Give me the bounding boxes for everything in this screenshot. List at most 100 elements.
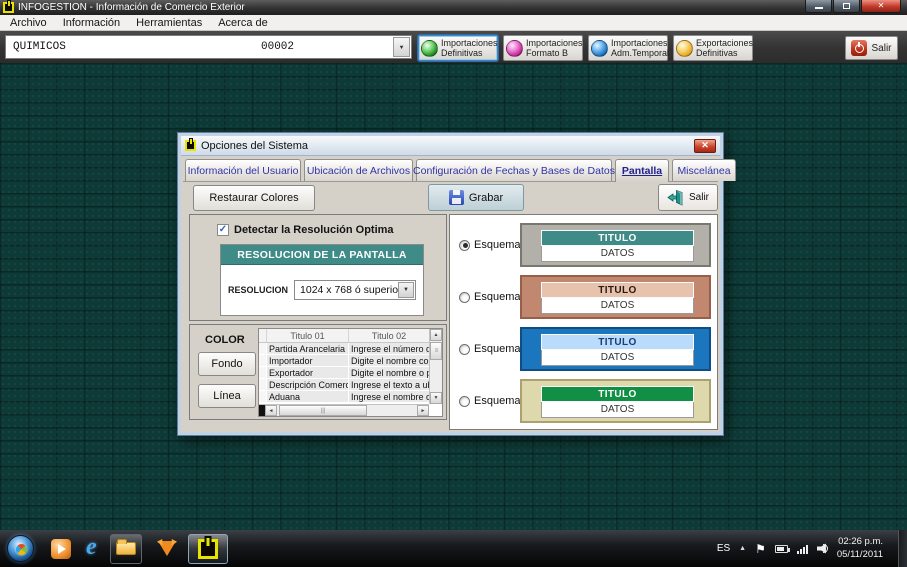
- table-row[interactable]: Exportador Digite el nombre o parte: [259, 367, 442, 379]
- fox-icon: [158, 541, 176, 556]
- sphere-orange-icon: [676, 40, 693, 57]
- scheme-3-preview: TITULO DATOS: [520, 327, 711, 371]
- salir-dialog-button[interactable]: Salir: [658, 184, 718, 211]
- exit-door-icon: [667, 189, 684, 206]
- resolution-value: 1024 x 768 ó superior: [300, 284, 402, 296]
- resolution-dropdown-button[interactable]: ▼: [398, 282, 414, 298]
- resolution-panel: RESOLUCION DE LA PANTALLA RESOLUCION 102…: [220, 244, 424, 316]
- action-center-flag-icon[interactable]: ⚑: [755, 543, 766, 555]
- radio-icon[interactable]: [459, 396, 470, 407]
- scroll-down-arrow-icon[interactable]: ▼: [430, 392, 442, 404]
- file-explorer-task-button[interactable]: [110, 534, 142, 564]
- sphere-magenta-icon: [506, 40, 523, 57]
- scheme-row-3: Esquema 3 TITULO DATOS: [450, 327, 717, 371]
- importaciones-adm-temporal-button[interactable]: ImportacionesAdm.Temporal: [588, 35, 668, 61]
- table-row[interactable]: Importador Digite el nombre complet: [259, 355, 442, 367]
- table-row[interactable]: Aduana Ingrese el nombre comp: [259, 391, 442, 403]
- menu-herramientas[interactable]: Herramientas: [130, 17, 212, 29]
- menu-acerca-de[interactable]: Acerca de: [212, 17, 278, 29]
- internet-explorer-icon: e: [86, 535, 97, 559]
- dialog-close-button[interactable]: ✕: [694, 139, 716, 153]
- detect-resolution-row: Detectar la Resolución Optima: [217, 224, 394, 236]
- language-indicator[interactable]: ES: [717, 543, 730, 554]
- app-logo-icon: [3, 2, 14, 13]
- table-row[interactable]: Partida Arancelaria Ingrese el número de…: [259, 343, 442, 355]
- show-desktop-button[interactable]: [898, 530, 907, 567]
- close-icon: ✕: [701, 141, 709, 150]
- resolution-field-label: RESOLUCION: [228, 285, 288, 295]
- salir-label: Salir: [689, 192, 709, 203]
- scheme-data-sample: DATOS: [541, 298, 694, 314]
- close-button[interactable]: ✕: [861, 0, 901, 13]
- dialog-title: Opciones del Sistema: [201, 140, 308, 152]
- importaciones-formato-b-button[interactable]: ImportacionesFormato B: [503, 35, 583, 61]
- combo-text-value: QUIMICOS: [13, 41, 66, 53]
- exit-label: Salir: [871, 43, 891, 54]
- resolution-group: Detectar la Resolución Optima RESOLUCION…: [189, 214, 447, 321]
- minimize-button[interactable]: [805, 0, 832, 13]
- table-row[interactable]: Descripción Comercial Ingrese el texto a…: [259, 379, 442, 391]
- scheme-row-1: Esquema 1 TITULO DATOS: [450, 223, 717, 267]
- tab-configuracion-fechas-bases[interactable]: Configuración de Fechas y Bases de Datos: [416, 159, 612, 181]
- app-window: INFOGESTION - Información de Comercio Ex…: [0, 0, 907, 567]
- dialog-tabs: Información del Usuario Ubicación de Arc…: [185, 159, 736, 182]
- button-label: ImportacionesDefinitivas: [441, 38, 498, 59]
- exportaciones-definitivas-button[interactable]: ExportacionesDefinitivas: [673, 35, 753, 61]
- scheme-title-sample: TITULO: [541, 334, 694, 350]
- scheme-row-4: Esquema 4 TITULO DATOS: [450, 379, 717, 423]
- clock-date: 05/11/2011: [837, 549, 883, 562]
- menu-informacion[interactable]: Información: [57, 17, 130, 29]
- internet-explorer-task-button[interactable]: e: [86, 534, 97, 564]
- scheme-2-preview: TITULO DATOS: [520, 275, 711, 319]
- company-combobox[interactable]: QUIMICOS 00002 ▼: [5, 35, 412, 59]
- vertical-scroll-thumb[interactable]: ≡: [430, 342, 442, 360]
- scheme-data-sample: DATOS: [541, 246, 694, 262]
- media-player-icon: [51, 539, 71, 559]
- clock-time: 02:26 p.m.: [837, 536, 883, 549]
- taskbar-clock[interactable]: 02:26 p.m. 05/11/2011: [837, 536, 883, 562]
- start-button[interactable]: [7, 535, 34, 562]
- scroll-left-arrow-icon[interactable]: ◄: [265, 405, 277, 416]
- detect-resolution-checkbox[interactable]: [217, 224, 229, 236]
- scroll-up-arrow-icon[interactable]: ▲: [430, 329, 442, 341]
- media-player-task-button[interactable]: [51, 534, 71, 564]
- radio-icon[interactable]: [459, 292, 470, 303]
- button-label: ImportacionesAdm.Temporal: [611, 38, 669, 59]
- horizontal-scroll-thumb[interactable]: |||: [279, 405, 367, 416]
- scroll-right-arrow-icon[interactable]: ►: [417, 405, 429, 416]
- tab-ubicacion-de-archivos[interactable]: Ubicación de Archivos: [304, 159, 413, 181]
- linea-button[interactable]: Línea: [198, 384, 256, 408]
- infogestion-icon: [198, 539, 218, 559]
- vertical-scrollbar[interactable]: ▲ ≡ ▼: [429, 329, 442, 404]
- color-group: COLOR Fondo Línea Titulo 01 Titulo 02 Pa…: [189, 324, 447, 420]
- tab-pantalla[interactable]: Pantalla: [615, 159, 669, 182]
- restaurar-colores-button[interactable]: Restaurar Colores: [193, 185, 315, 211]
- browser-fox-task-button[interactable]: [158, 534, 176, 564]
- battery-icon[interactable]: [775, 545, 788, 553]
- menu-archivo[interactable]: Archivo: [4, 17, 57, 29]
- infogestion-task-button[interactable]: [188, 534, 228, 564]
- scheme-data-sample: DATOS: [541, 350, 694, 366]
- combo-dropdown-button[interactable]: ▼: [393, 37, 410, 57]
- fondo-button[interactable]: Fondo: [198, 352, 256, 376]
- scheme-4-preview: TITULO DATOS: [520, 379, 711, 423]
- resolution-field-row: RESOLUCION 1024 x 768 ó superior ▼: [221, 265, 423, 300]
- grabar-button[interactable]: Grabar: [428, 184, 524, 211]
- maximize-icon: [843, 3, 850, 9]
- radio-icon[interactable]: [459, 240, 470, 251]
- maximize-button[interactable]: [833, 0, 860, 13]
- volume-button[interactable]: [817, 543, 828, 554]
- network-signal-icon[interactable]: [797, 544, 808, 554]
- radio-icon[interactable]: [459, 344, 470, 355]
- column-header-titulo-02: Titulo 02: [349, 329, 429, 342]
- tab-informacion-del-usuario[interactable]: Información del Usuario: [185, 159, 301, 181]
- tab-miscelanea[interactable]: Miscelánea: [672, 159, 736, 181]
- horizontal-scrollbar[interactable]: ◄ ||| ►: [259, 404, 429, 416]
- scheme-title-sample: TITULO: [541, 230, 694, 246]
- exit-app-button[interactable]: Salir: [845, 36, 898, 60]
- resolution-select[interactable]: 1024 x 768 ó superior ▼: [294, 280, 416, 300]
- show-hidden-icons-button[interactable]: ▲: [739, 545, 746, 552]
- importaciones-definitivas-button[interactable]: ImportacionesDefinitivas: [418, 35, 498, 61]
- opciones-del-sistema-dialog: Opciones del Sistema ✕ Información del U…: [178, 133, 723, 435]
- scheme-title-sample: TITULO: [541, 282, 694, 298]
